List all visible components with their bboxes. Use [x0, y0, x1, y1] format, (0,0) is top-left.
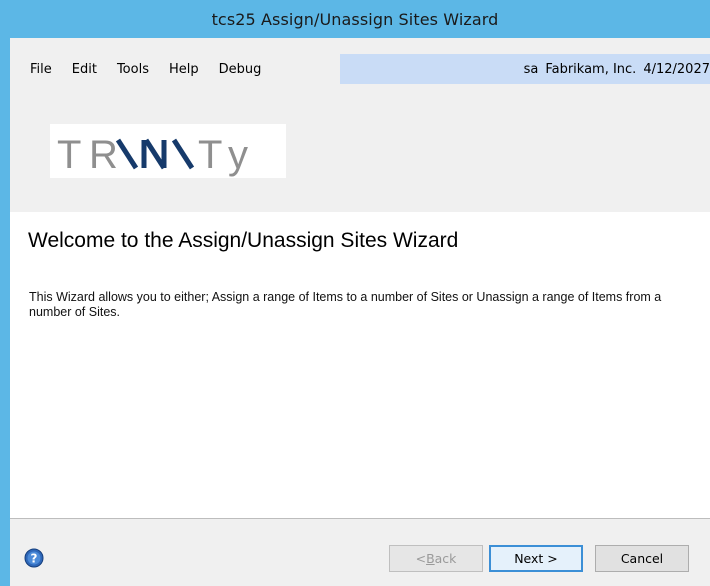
- wizard-footer: ? < Back Next > Cancel: [10, 520, 710, 586]
- next-button-label: Next >: [514, 551, 558, 566]
- back-button-rest: ack: [434, 551, 457, 566]
- company-name: Fabrikam, Inc.: [545, 61, 637, 77]
- help-icon[interactable]: ?: [24, 548, 44, 568]
- system-date: 4/12/2027: [643, 61, 710, 77]
- svg-text:T: T: [57, 133, 81, 177]
- window-client-area: File Edit Tools Help Debug sa Fabrikam, …: [10, 38, 710, 586]
- menu-bar: File Edit Tools Help Debug sa Fabrikam, …: [10, 54, 710, 84]
- svg-text:R: R: [89, 133, 118, 177]
- window-title: tcs25 Assign/Unassign Sites Wizard: [211, 9, 499, 29]
- menu-tools[interactable]: Tools: [117, 62, 149, 77]
- menu-debug[interactable]: Debug: [219, 62, 262, 77]
- back-button-mnemonic: B: [426, 551, 435, 566]
- menu-file[interactable]: File: [30, 62, 52, 77]
- back-button-prefix: <: [415, 551, 427, 566]
- svg-text:T: T: [198, 133, 222, 177]
- page-heading: Welcome to the Assign/Unassign Sites Wiz…: [28, 229, 459, 252]
- wizard-banner: T R T y: [10, 85, 710, 213]
- menu-help[interactable]: Help: [169, 62, 199, 77]
- wizard-content: Welcome to the Assign/Unassign Sites Wiz…: [10, 212, 710, 519]
- wizard-window: tcs25 Assign/Unassign Sites Wizard File …: [0, 0, 710, 586]
- next-button[interactable]: Next >: [489, 545, 583, 572]
- cancel-button-label: Cancel: [620, 551, 664, 566]
- back-button[interactable]: < Back: [389, 545, 483, 572]
- trinity-logo-image: T R T y: [57, 133, 248, 177]
- user-name: sa: [523, 61, 539, 77]
- svg-text:?: ?: [31, 552, 38, 566]
- cancel-button[interactable]: Cancel: [595, 545, 689, 572]
- user-company-date-status: sa Fabrikam, Inc. 4/12/2027: [340, 54, 710, 84]
- trinity-logo: T R T y: [50, 124, 286, 178]
- title-bar[interactable]: tcs25 Assign/Unassign Sites Wizard: [0, 0, 710, 38]
- wizard-description: This Wizard allows you to either; Assign…: [29, 290, 662, 319]
- menu-edit[interactable]: Edit: [72, 62, 97, 77]
- svg-text:y: y: [228, 133, 248, 177]
- menu-items: File Edit Tools Help Debug: [10, 54, 340, 84]
